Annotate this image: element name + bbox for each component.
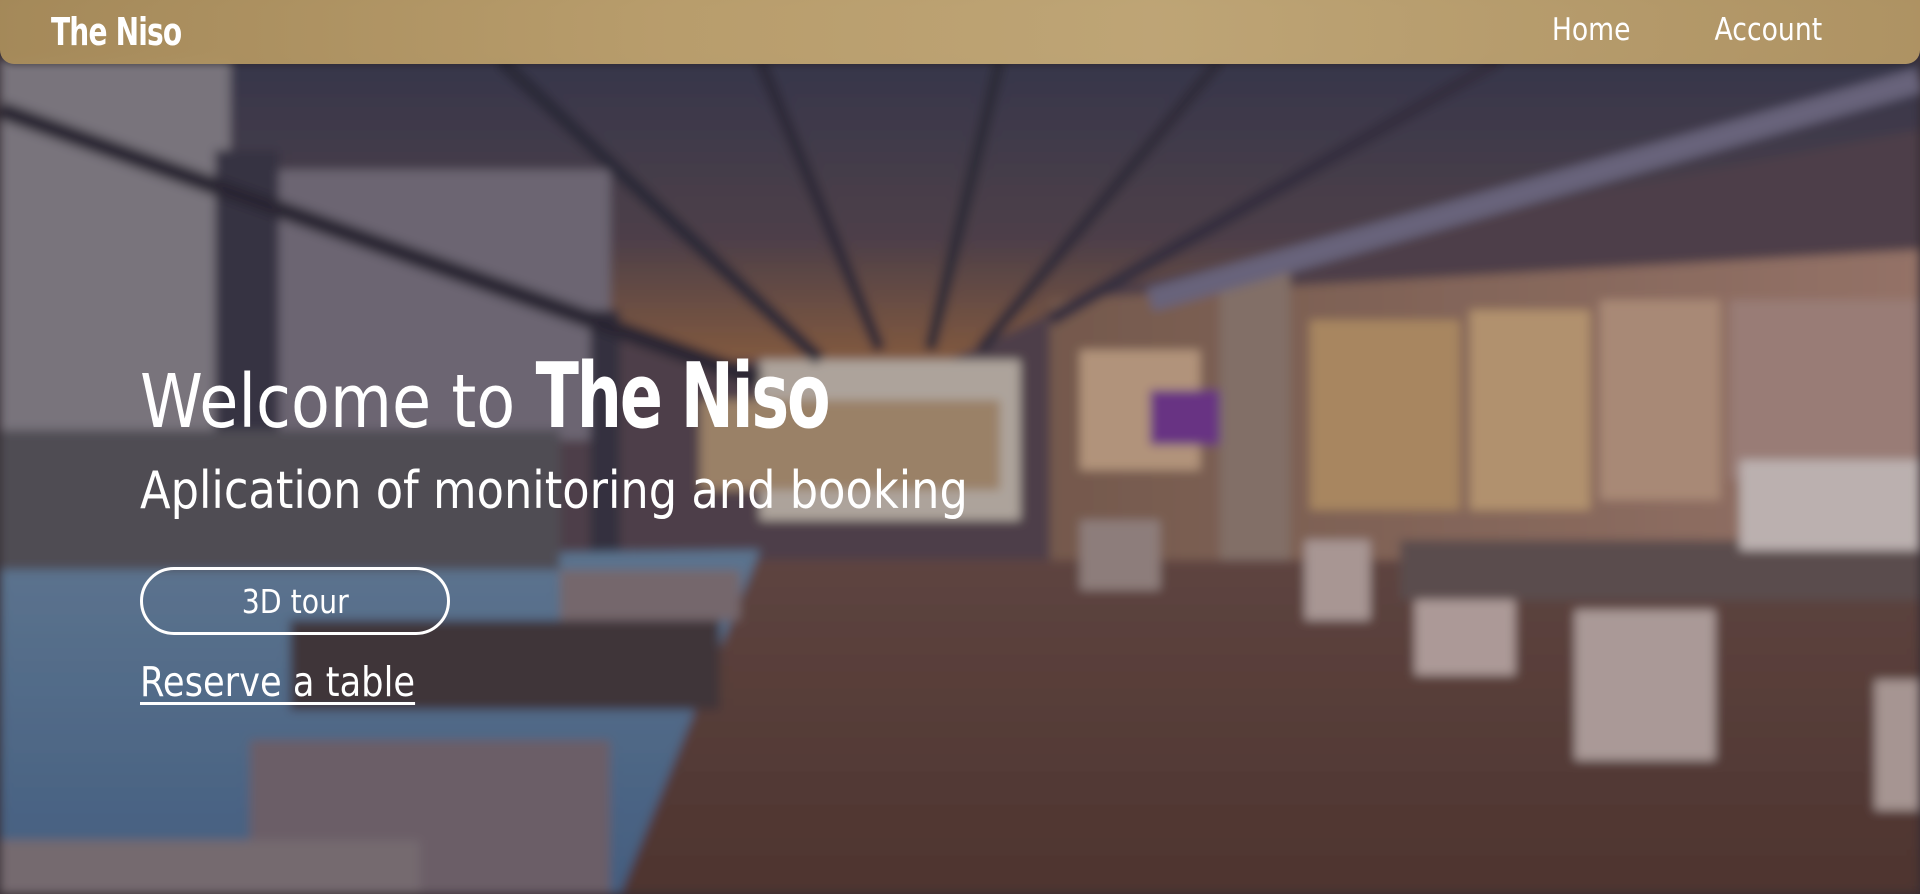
- nav-link-account[interactable]: Account: [1714, 10, 1822, 50]
- nav-link-home[interactable]: Home: [1552, 10, 1631, 50]
- top-navbar: The Niso Home Account: [0, 0, 1920, 64]
- page-title: Welcome to The Niso: [140, 352, 968, 447]
- welcome-brand: The Niso: [535, 344, 830, 449]
- hero-section: The Niso Home Account Welcome to The Nis…: [0, 0, 1920, 894]
- reserve-table-link[interactable]: Reserve a table: [140, 656, 415, 708]
- nav-links: Home Account: [1539, 10, 1822, 50]
- 3d-tour-label: 3D tour: [241, 581, 349, 621]
- page-subtitle: Aplication of monitoring and booking: [140, 461, 968, 521]
- welcome-prefix: Welcome to: [140, 359, 516, 445]
- 3d-tour-button[interactable]: 3D tour: [140, 567, 450, 635]
- brand-logo[interactable]: The Niso: [51, 8, 182, 56]
- hero-content: Welcome to The Niso Aplication of monito…: [140, 352, 1103, 706]
